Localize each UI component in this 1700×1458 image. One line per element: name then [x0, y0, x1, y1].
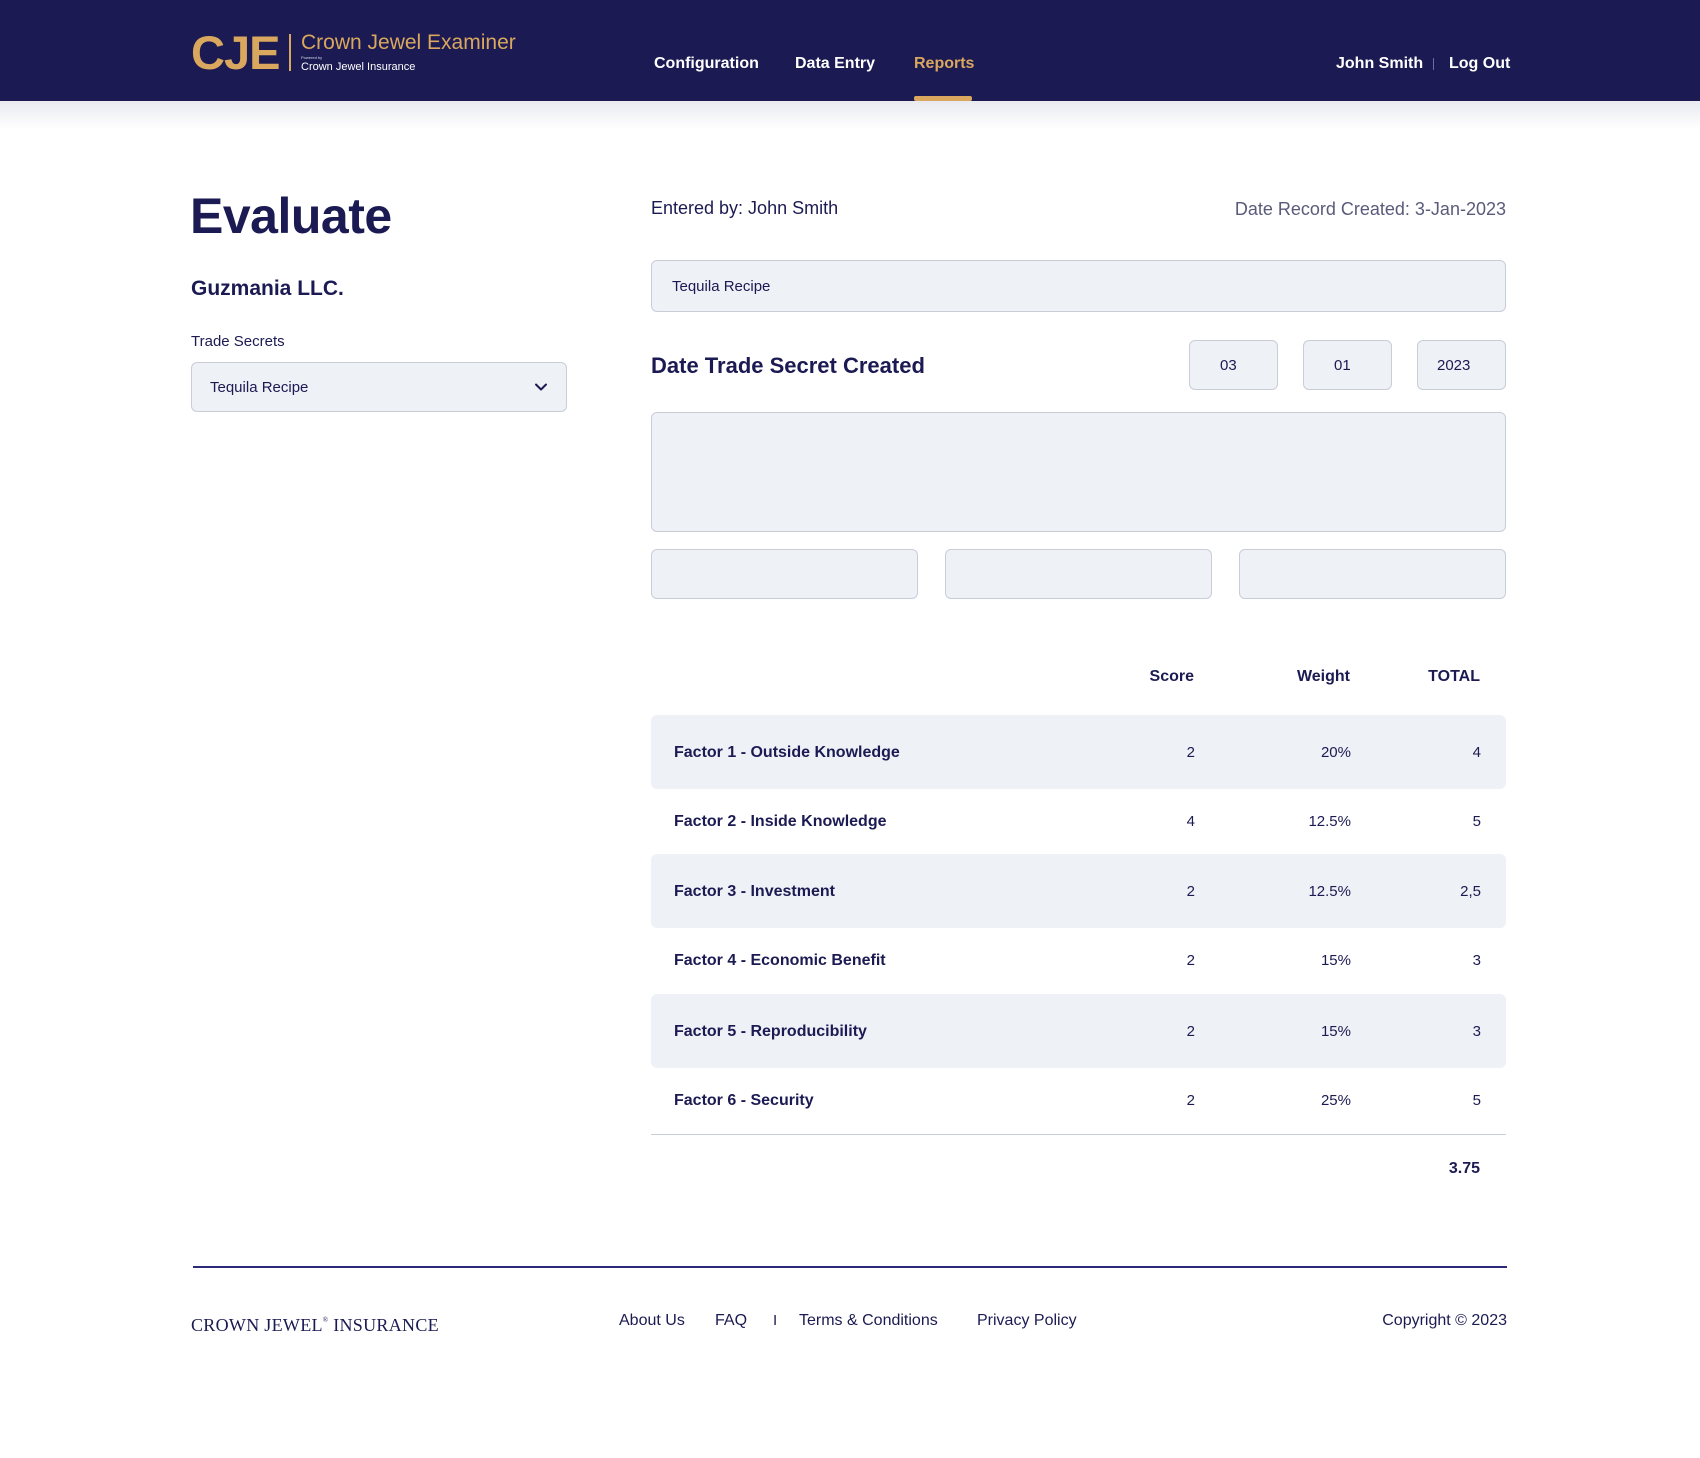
factor-row: Factor 1 - Outside Knowledge 2 20% 4 — [651, 715, 1506, 789]
year-field[interactable]: 2023 — [1417, 340, 1506, 390]
factor-row: Factor 4 - Economic Benefit 2 15% 3 — [651, 923, 1506, 997]
factor-prefix: Factor 2 - — [674, 813, 751, 830]
factor-name: Economic Benefit — [750, 952, 886, 969]
column-header-total: TOTAL — [1428, 668, 1480, 685]
factor-prefix: Factor 6 - — [674, 1092, 751, 1109]
extra-field-2[interactable] — [945, 549, 1212, 599]
entered-by: Entered by: John Smith — [651, 198, 839, 218]
extra-field-3[interactable] — [1239, 549, 1506, 599]
logout-link[interactable]: Log Out — [1449, 53, 1510, 75]
factor-prefix: Factor 5 - — [674, 1023, 751, 1040]
month-field[interactable]: 03 — [1189, 340, 1278, 390]
footer-brand-left: CROWN JEWEL — [191, 1315, 323, 1335]
factor-prefix: Factor 4 - — [674, 952, 751, 969]
column-header-weight: Weight — [1296, 668, 1350, 685]
footer-link-privacy[interactable]: Privacy Policy — [977, 1310, 1077, 1332]
nav-configuration[interactable]: Configuration — [654, 53, 759, 75]
footer-separator: I — [773, 1312, 778, 1329]
factor-prefix: Factor 1 - — [674, 744, 751, 761]
extra-field-1[interactable] — [651, 549, 918, 599]
factor-name: Investment — [750, 883, 835, 900]
app-subtitle: Crown Jewel Insurance — [301, 61, 416, 73]
table-divider — [651, 1134, 1506, 1135]
factor-label: Factor 5 - Reproducibility — [674, 1021, 867, 1043]
footer-link-about-us[interactable]: About Us — [619, 1310, 685, 1332]
factor-weight: 15% — [1320, 952, 1351, 969]
nav-data-entry[interactable]: Data Entry — [795, 53, 875, 75]
column-header-score: Score — [1149, 668, 1194, 685]
factor-total: 3 — [1472, 1023, 1481, 1040]
factor-name: Outside Knowledge — [750, 744, 900, 761]
footer-brand-right: INSURANCE — [328, 1315, 439, 1335]
chevron-down-icon — [535, 383, 547, 391]
footer-link-faq[interactable]: FAQ — [715, 1310, 747, 1332]
header-shadow — [0, 101, 1700, 129]
factor-score: 2 — [1186, 1092, 1195, 1109]
factor-label: Factor 6 - Security — [674, 1090, 814, 1112]
trade-secret-name-value: Tequila Recipe — [672, 278, 771, 295]
factor-total: 4 — [1472, 744, 1481, 761]
factor-score: 4 — [1186, 813, 1195, 830]
factor-row: Factor 2 - Inside Knowledge 4 12.5% 5 — [651, 784, 1506, 858]
grand-total: 3.75 — [1448, 1160, 1480, 1177]
factor-total: 5 — [1472, 1092, 1481, 1109]
user-name[interactable]: John Smith — [1336, 53, 1423, 75]
factor-name: Reproducibility — [750, 1023, 867, 1040]
factor-label: Factor 2 - Inside Knowledge — [674, 811, 886, 833]
year-value: 2023 — [1437, 357, 1471, 374]
date-record-created: Date Record Created: 3-Jan-2023 — [1234, 199, 1506, 219]
day-value: 01 — [1334, 357, 1351, 374]
factor-score: 2 — [1186, 952, 1195, 969]
trade-secrets-label: Trade Secrets — [191, 333, 285, 350]
copyright: Copyright © 2023 — [1382, 1312, 1507, 1329]
user-separator — [1433, 58, 1434, 70]
factor-weight: 25% — [1320, 1092, 1351, 1109]
factor-score: 2 — [1186, 1023, 1195, 1040]
factor-total: 3 — [1472, 952, 1481, 969]
footer-brand-logo[interactable]: CROWN JEWEL® INSURANCE — [191, 1308, 439, 1337]
company-name: Guzmania LLC. — [191, 277, 344, 300]
factor-label: Factor 1 - Outside Knowledge — [674, 742, 900, 764]
factor-label: Factor 3 - Investment — [674, 881, 835, 903]
app-title: Crown Jewel Examiner — [301, 31, 516, 54]
factor-label: Factor 4 - Economic Benefit — [674, 950, 886, 972]
top-header: CJE Crown Jewel Examiner Powered by Crow… — [0, 0, 1700, 101]
footer-divider — [193, 1266, 1507, 1268]
factor-prefix: Factor 3 - — [674, 883, 751, 900]
nav-reports[interactable]: Reports — [914, 53, 974, 75]
factor-total: 2,5 — [1460, 883, 1481, 900]
logo-divider — [289, 34, 291, 71]
factor-weight: 20% — [1320, 744, 1351, 761]
date-trade-secret-created-label: Date Trade Secret Created — [651, 353, 925, 378]
description-textarea[interactable] — [651, 412, 1506, 532]
factor-row: Factor 3 - Investment 2 12.5% 2,5 — [651, 854, 1506, 928]
footer-link-terms[interactable]: Terms & Conditions — [799, 1310, 938, 1332]
page-title: Evaluate — [190, 188, 392, 244]
factor-weight: 12.5% — [1308, 813, 1351, 830]
trade-secret-selected-value: Tequila Recipe — [210, 379, 309, 396]
factor-score: 2 — [1186, 883, 1195, 900]
factor-name: Inside Knowledge — [750, 813, 887, 830]
factor-weight: 15% — [1320, 1023, 1351, 1040]
trade-secret-name-field[interactable]: Tequila Recipe — [651, 260, 1506, 312]
month-value: 03 — [1220, 357, 1237, 374]
factor-score: 2 — [1186, 744, 1195, 761]
factor-row: Factor 5 - Reproducibility 2 15% 3 — [651, 994, 1506, 1068]
factor-total: 5 — [1472, 813, 1481, 830]
trade-secret-select[interactable]: Tequila Recipe — [191, 362, 567, 412]
factor-name: Security — [750, 1092, 814, 1109]
logo-mark[interactable]: CJE — [191, 26, 280, 80]
factor-row: Factor 6 - Security 2 25% 5 — [651, 1063, 1506, 1137]
factor-weight: 12.5% — [1308, 883, 1351, 900]
day-field[interactable]: 01 — [1303, 340, 1392, 390]
